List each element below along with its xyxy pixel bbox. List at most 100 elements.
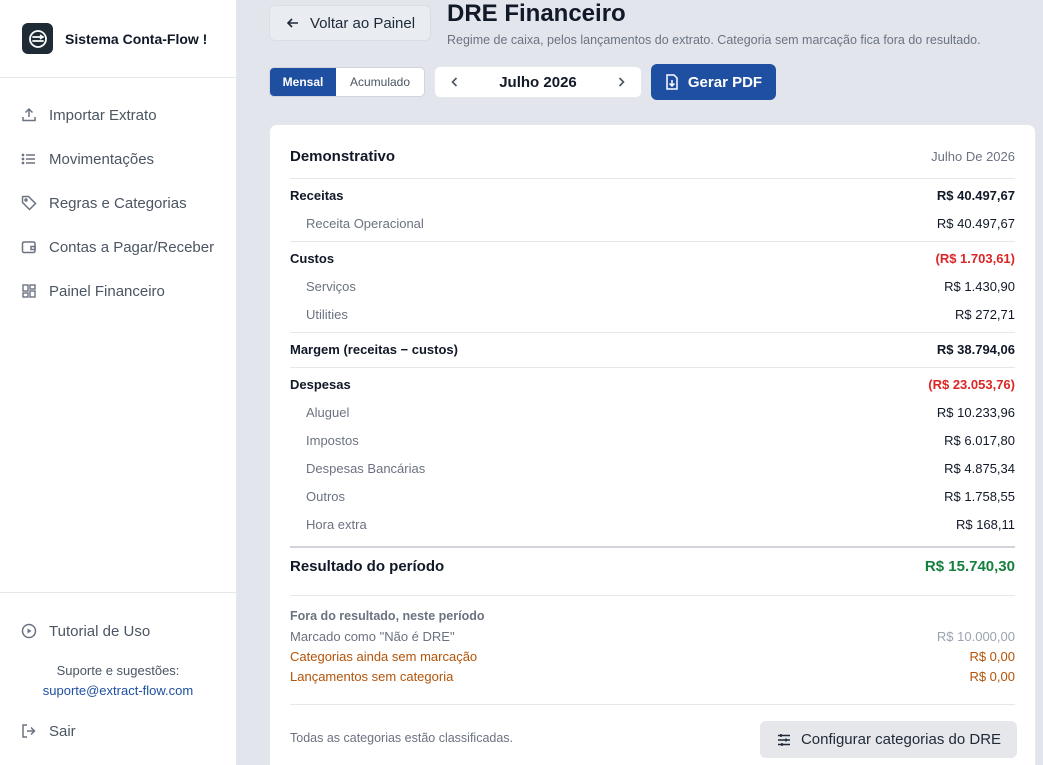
expense-item-label: Aluguel: [306, 404, 350, 420]
sidebar-item-regras-categorias[interactable]: Regras e Categorias: [0, 181, 236, 225]
sidebar-footer: Tutorial de Uso Suporte e sugestões: sup…: [0, 592, 236, 740]
logout-label: Sair: [49, 722, 76, 740]
revenue-item-row: Receita Operacional R$ 40.497,67: [290, 212, 1015, 234]
expense-item-label: Despesas Bancárias: [306, 460, 426, 476]
divider: [290, 241, 1015, 242]
sidebar-item-label: Movimentações: [49, 150, 155, 168]
tutorial-label: Tutorial de Uso: [49, 622, 151, 640]
statement-title: Demonstrativo: [290, 147, 396, 165]
app-logo-icon: [22, 23, 53, 54]
classification-status-note: Todas as categorias estão classificadas.: [290, 731, 514, 745]
arrow-left-icon: [286, 16, 300, 30]
result-label: Resultado do período: [290, 557, 445, 575]
expense-item-label: Impostos: [306, 432, 359, 448]
page-subtitle: Regime de caixa, pelos lançamentos do ex…: [447, 33, 981, 47]
unmarked-categories-label: Categorias ainda sem marcação: [290, 648, 478, 664]
sidebar-item-label: Importar Extrato: [49, 106, 157, 124]
support-email-link[interactable]: suporte@extract-flow.com: [0, 681, 236, 701]
chevron-left-icon[interactable]: [449, 76, 461, 88]
not-dre-row: Marcado como "Não é DRE" R$ 10.000,00: [290, 627, 1015, 645]
sidebar-item-label: Regras e Categorias: [49, 194, 187, 212]
expense-item-value: R$ 6.017,80: [944, 432, 1015, 448]
generate-pdf-button[interactable]: Gerar PDF: [651, 64, 776, 100]
revenue-item-value: R$ 40.497,67: [936, 215, 1015, 231]
expense-item-value: R$ 168,11: [955, 516, 1015, 532]
revenue-item-label: Receita Operacional: [306, 215, 424, 231]
margin-row: Margem (receitas − custos) R$ 38.794,06: [290, 338, 1015, 360]
expense-item-row: Aluguel R$ 10.233,96: [290, 401, 1015, 423]
back-button-label: Voltar ao Painel: [310, 14, 416, 32]
divider: [290, 367, 1015, 368]
result-value: R$ 15.740,30: [924, 557, 1015, 575]
dashboard-icon: [21, 283, 37, 299]
support-label: Suporte e sugestões:: [56, 663, 180, 678]
logout-icon: [21, 723, 37, 739]
page-title: DRE Financeiro: [447, 0, 626, 27]
uncategorized-label: Lançamentos sem categoria: [290, 668, 454, 684]
period-selector: Julho 2026: [434, 66, 642, 98]
list-icon: [21, 151, 37, 167]
expense-item-value: R$ 10.233,96: [936, 404, 1015, 420]
sidebar-item-painel-financeiro[interactable]: Painel Financeiro: [0, 269, 236, 313]
sidebar-nav: Importar Extrato Movimentações Regras e …: [0, 78, 236, 313]
statement-period: Julho De 2026: [931, 148, 1015, 164]
play-circle-icon: [21, 623, 37, 639]
support-info: Suporte e sugestões: suporte@extract-flo…: [0, 661, 236, 701]
expense-item-label: Hora extra: [306, 516, 367, 532]
expenses-label: Despesas: [290, 376, 351, 392]
back-to-dashboard-button[interactable]: Voltar ao Painel: [269, 5, 431, 41]
divider: [290, 704, 1015, 705]
uncategorized-row: Lançamentos sem categoria R$ 0,00: [290, 667, 1015, 685]
costs-value: (R$ 1.703,61): [935, 250, 1016, 266]
cost-item-label: Utilities: [306, 306, 348, 322]
configure-button-label: Configurar categorias do DRE: [800, 731, 1002, 748]
cost-item-row: Serviços R$ 1.430,90: [290, 275, 1015, 297]
chevron-right-icon[interactable]: [615, 76, 627, 88]
statement-header: Demonstrativo Julho De 2026: [290, 145, 1015, 167]
expense-item-row: Outros R$ 1.758,55: [290, 485, 1015, 507]
cost-item-row: Utilities R$ 272,71: [290, 303, 1015, 325]
unmarked-categories-value: R$ 0,00: [969, 648, 1015, 664]
revenue-label: Receitas: [290, 187, 344, 203]
sidebar-item-label: Painel Financeiro: [49, 282, 165, 300]
expense-item-value: R$ 4.875,34: [944, 460, 1015, 476]
pdf-button-label: Gerar PDF: [687, 73, 763, 91]
sidebar: Sistema Conta-Flow ! Importar Extrato Mo…: [0, 0, 237, 765]
divider: [290, 332, 1015, 333]
unmarked-categories-row: Categorias ainda sem marcação R$ 0,00: [290, 647, 1015, 665]
period-label: Julho 2026: [499, 73, 577, 91]
expense-item-row: Impostos R$ 6.017,80: [290, 429, 1015, 451]
outside-result-title: Fora do resultado, neste período: [290, 609, 485, 623]
tutorial-link[interactable]: Tutorial de Uso: [0, 609, 236, 653]
sidebar-item-label: Contas a Pagar/Receber: [49, 238, 215, 256]
logout-button[interactable]: Sair: [0, 709, 236, 753]
margin-value: R$ 38.794,06: [936, 341, 1015, 357]
costs-label: Custos: [290, 250, 335, 266]
app-name: Sistema Conta-Flow !: [65, 30, 208, 47]
brand: Sistema Conta-Flow !: [0, 0, 236, 78]
sidebar-item-contas-pagar-receber[interactable]: Contas a Pagar/Receber: [0, 225, 236, 269]
wallet-icon: [21, 239, 37, 255]
uncategorized-value: R$ 0,00: [969, 668, 1015, 684]
sliders-icon: [776, 732, 792, 748]
divider: [290, 546, 1015, 548]
expense-item-row: Hora extra R$ 168,11: [290, 513, 1015, 535]
result-row: Resultado do período R$ 15.740,30: [290, 554, 1015, 578]
configure-dre-categories-button[interactable]: Configurar categorias do DRE: [760, 721, 1017, 758]
revenue-row: Receitas R$ 40.497,67: [290, 184, 1015, 206]
sidebar-item-movimentacoes[interactable]: Movimentações: [0, 137, 236, 181]
divider: [290, 595, 1015, 596]
sidebar-item-importar-extrato[interactable]: Importar Extrato: [0, 93, 236, 137]
dre-statement-card: Demonstrativo Julho De 2026 Receitas R$ …: [269, 124, 1036, 765]
revenue-value: R$ 40.497,67: [936, 187, 1015, 203]
margin-label: Margem (receitas − custos): [290, 341, 458, 357]
outside-result-title-row: Fora do resultado, neste período: [290, 607, 1015, 625]
mode-monthly-button[interactable]: Mensal: [270, 68, 336, 96]
cost-item-value: R$ 1.430,90: [944, 278, 1015, 294]
expense-item-row: Despesas Bancárias R$ 4.875,34: [290, 457, 1015, 479]
not-dre-label: Marcado como "Não é DRE": [290, 628, 455, 644]
cost-item-label: Serviços: [306, 278, 356, 294]
file-download-icon: [665, 74, 679, 90]
upload-icon: [21, 107, 37, 123]
mode-cumulative-button[interactable]: Acumulado: [336, 68, 424, 96]
